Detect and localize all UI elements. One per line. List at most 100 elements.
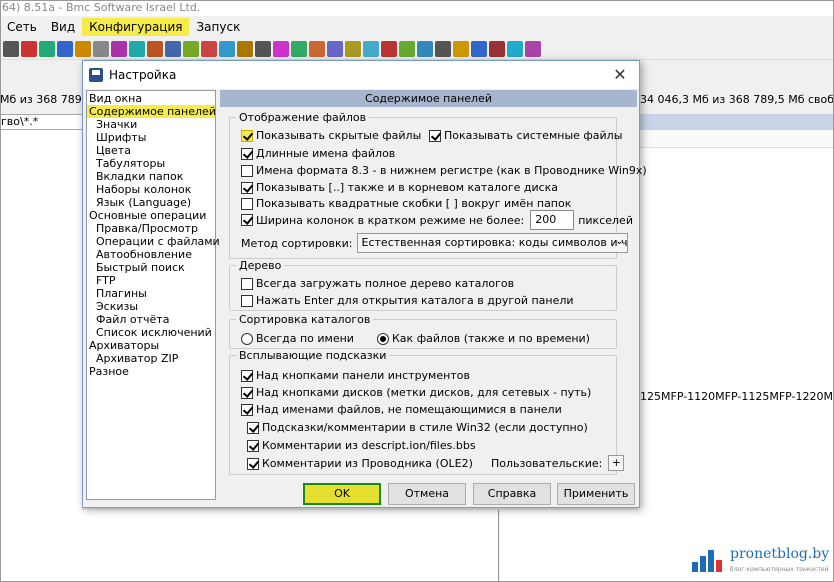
show-dotdot-checkbox[interactable] <box>241 181 253 194</box>
toolbar-button-icon[interactable] <box>39 40 55 57</box>
show-hidden-checkbox[interactable] <box>241 129 253 142</box>
tree-item-language[interactable]: Язык (Language) <box>87 196 215 209</box>
toolbar-button-icon[interactable] <box>309 40 325 57</box>
tree-item-quick-search[interactable]: Быстрый поиск <box>87 261 215 274</box>
show-hidden-option[interactable]: Показывать скрытые файлы <box>241 129 421 142</box>
tree-item-folder-tabs[interactable]: Вкладки папок <box>87 170 215 183</box>
tip-descript-checkbox[interactable] <box>247 439 259 452</box>
tree-item-icons[interactable]: Значки <box>87 118 215 131</box>
tree-item-panel-content[interactable]: Содержимое панелей <box>87 105 216 118</box>
sort-by-name-option[interactable]: Всегда по имени <box>241 332 354 345</box>
tip-filenames-option[interactable]: Над именами файлов, не помещающимися в п… <box>241 403 562 416</box>
toolbar-button-icon[interactable] <box>165 40 181 57</box>
tree-item-colors[interactable]: Цвета <box>87 144 215 157</box>
toolbar-button-icon[interactable] <box>183 40 199 57</box>
left-panel-path[interactable]: гво\*.* <box>0 114 85 130</box>
tree-item-ftp[interactable]: FTP <box>87 274 215 287</box>
tree-item-column-sets[interactable]: Наборы колонок <box>87 183 215 196</box>
apply-button[interactable]: Применить <box>557 483 635 505</box>
load-full-tree-checkbox[interactable] <box>241 277 253 290</box>
toolbar-button-icon[interactable] <box>273 40 289 57</box>
menu-view[interactable]: Вид <box>44 18 82 36</box>
tip-drives-checkbox[interactable] <box>241 386 253 399</box>
col-width-option[interactable]: Ширина колонок в кратком режиме не более… <box>241 210 633 230</box>
tip-explorer-option[interactable]: Комментарии из Проводника (OLE2) <box>247 457 473 470</box>
toolbar-button-icon[interactable] <box>291 40 307 57</box>
show-dotdot-option[interactable]: Показывать [..] также и в корневом катал… <box>241 181 558 194</box>
enter-other-panel-checkbox[interactable] <box>241 294 253 307</box>
toolbar-button-icon[interactable] <box>75 40 91 57</box>
toolbar-button-icon[interactable] <box>435 40 451 57</box>
right-file-name[interactable]: 125MFP-1120MFP-1125MFP-1220MFP-13 <box>640 390 834 403</box>
tree-item-edit-view[interactable]: Правка/Просмотр <box>87 222 215 235</box>
tip-filenames-checkbox[interactable] <box>241 403 253 416</box>
tip-win32-checkbox[interactable] <box>247 421 259 434</box>
tree-item-packers[interactable]: Архиваторы <box>87 339 215 352</box>
tree-item-thumbnails[interactable]: Эскизы <box>87 300 215 313</box>
sort-method-select[interactable]: Естественная сортировка: коды символов и… <box>356 233 628 253</box>
lowercase-83-checkbox[interactable] <box>241 164 253 177</box>
toolbar-button-icon[interactable] <box>381 40 397 57</box>
toolbar-button-icon[interactable] <box>453 40 469 57</box>
toolbar-button-icon[interactable] <box>525 40 541 57</box>
toolbar-button-icon[interactable] <box>21 40 37 57</box>
cancel-button[interactable]: Отмена <box>388 483 466 505</box>
left-file-list-bottom[interactable] <box>0 510 498 582</box>
lowercase-83-option[interactable]: Имена формата 8.3 - в нижнем регистре (к… <box>241 164 647 177</box>
tip-explorer-checkbox[interactable] <box>247 457 259 470</box>
toolbar-button-icon[interactable] <box>129 40 145 57</box>
right-panel-path[interactable] <box>638 114 834 130</box>
toolbar-button-icon[interactable] <box>255 40 271 57</box>
toolbar-button-icon[interactable] <box>489 40 505 57</box>
dialog-title-bar[interactable]: Настройка ✕ <box>83 61 639 89</box>
tree-item-window-view[interactable]: Вид окна <box>87 92 215 105</box>
toolbar-button-icon[interactable] <box>57 40 73 57</box>
toolbar-button-icon[interactable] <box>111 40 127 57</box>
toolbar-button-icon[interactable] <box>327 40 343 57</box>
enter-other-panel-option[interactable]: Нажать Enter для открытия каталога в дру… <box>241 294 574 307</box>
long-names-option[interactable]: Длинные имена файлов <box>241 147 395 160</box>
toolbar-button-icon[interactable] <box>3 40 19 57</box>
toolbar-button-icon[interactable] <box>93 40 109 57</box>
help-button[interactable]: Справка <box>473 483 551 505</box>
add-custom-tip-button[interactable]: + <box>608 455 625 471</box>
long-names-checkbox[interactable] <box>241 147 253 160</box>
tree-item-basic-operations[interactable]: Основные операции <box>87 209 215 222</box>
tree-item-misc[interactable]: Разное <box>87 365 215 378</box>
ok-button[interactable]: OK <box>303 483 381 505</box>
menu-launch[interactable]: Запуск <box>189 18 247 36</box>
toolbar-button-icon[interactable] <box>219 40 235 57</box>
toolbar-button-icon[interactable] <box>237 40 253 57</box>
tip-descript-option[interactable]: Комментарии из descript.ion/files.bbs <box>247 439 476 452</box>
toolbar-button-icon[interactable] <box>471 40 487 57</box>
tip-drives-option[interactable]: Над кнопками дисков (метки дисков, для с… <box>241 386 591 399</box>
show-system-option[interactable]: Показывать системные файлы <box>429 129 622 142</box>
tree-item-ignore-list[interactable]: Список исключений <box>87 326 215 339</box>
square-brackets-option[interactable]: Показывать квадратные скобки [ ] вокруг … <box>241 197 571 210</box>
tree-item-log-file[interactable]: Файл отчёта <box>87 313 215 326</box>
toolbar-button-icon[interactable] <box>417 40 433 57</box>
sort-by-name-radio[interactable] <box>241 332 253 345</box>
toolbar-button-icon[interactable] <box>201 40 217 57</box>
tree-item-plugins[interactable]: Плагины <box>87 287 215 300</box>
col-width-input[interactable]: 200 <box>530 210 575 230</box>
tip-toolbar-option[interactable]: Над кнопками панели инструментов <box>241 369 470 382</box>
tip-toolbar-checkbox[interactable] <box>241 369 253 382</box>
tree-item-tabstops[interactable]: Табуляторы <box>87 157 215 170</box>
panel-divider[interactable] <box>498 510 499 582</box>
sort-as-files-option[interactable]: Как файлов (также и по времени) <box>377 332 590 345</box>
toolbar-button-icon[interactable] <box>363 40 379 57</box>
sort-as-files-radio[interactable] <box>377 332 389 345</box>
toolbar-button-icon[interactable] <box>345 40 361 57</box>
tree-item-zip-packer[interactable]: Архиватор ZIP <box>87 352 215 365</box>
settings-tree[interactable]: Вид окна Содержимое панелей Значки Шрифт… <box>86 90 220 500</box>
menu-network[interactable]: Сеть <box>0 18 44 36</box>
tree-item-file-operations[interactable]: Операции с файлами <box>87 235 220 248</box>
tip-win32-option[interactable]: Подсказки/комментарии в стиле Win32 (есл… <box>247 421 588 434</box>
square-brackets-checkbox[interactable] <box>241 197 253 210</box>
toolbar-button-icon[interactable] <box>507 40 523 57</box>
toolbar-button-icon[interactable] <box>399 40 415 57</box>
close-button[interactable]: ✕ <box>605 63 635 87</box>
toolbar-button-icon[interactable] <box>147 40 163 57</box>
show-system-checkbox[interactable] <box>429 129 441 142</box>
